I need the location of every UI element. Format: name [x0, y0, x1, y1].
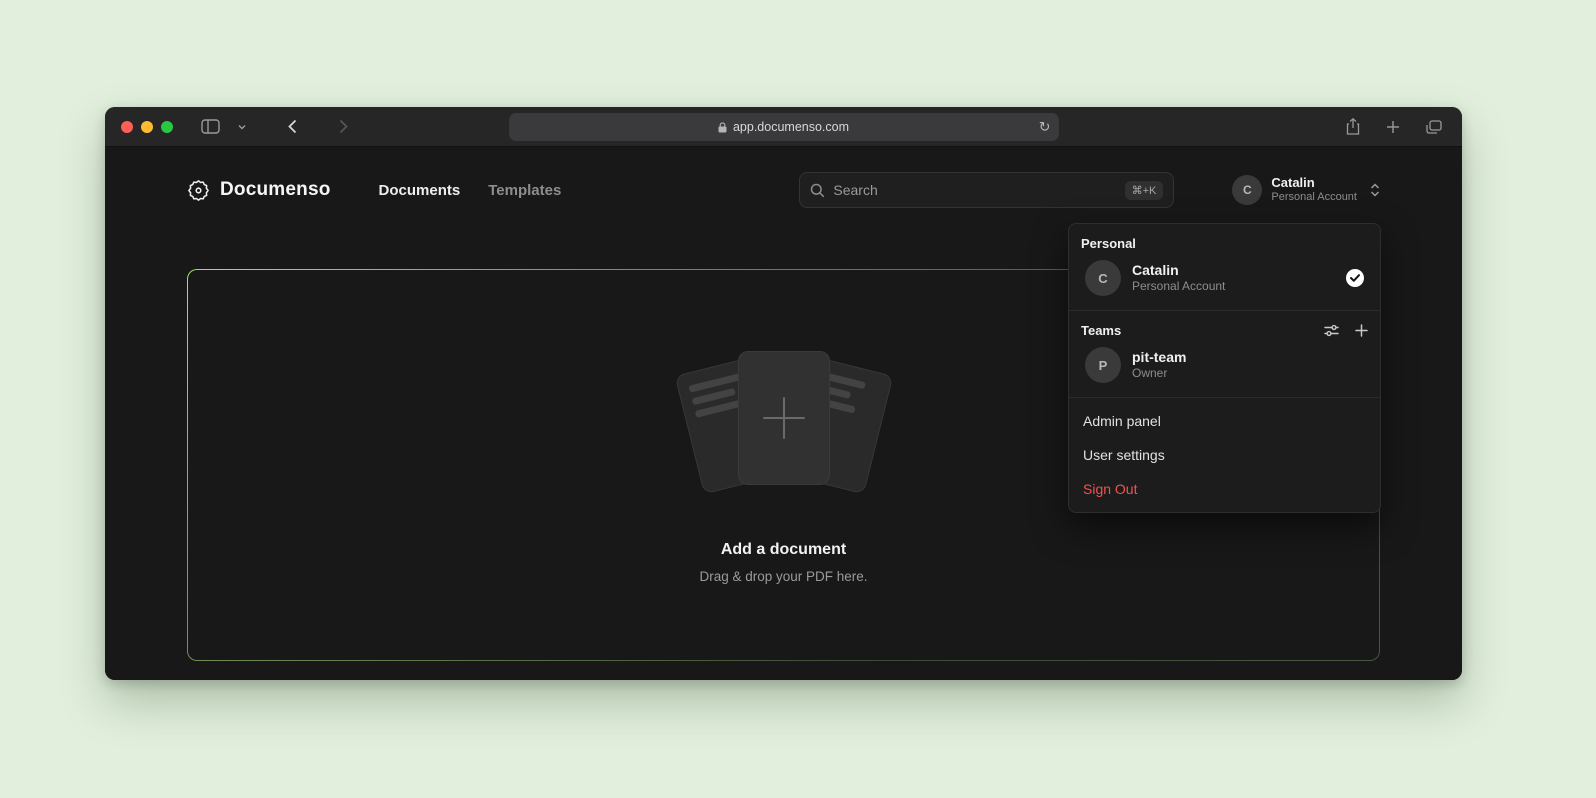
team-name: pit-team: [1132, 348, 1364, 366]
main-nav: Documents Templates: [379, 182, 562, 199]
account-name: Catalin: [1271, 175, 1357, 191]
browser-titlebar: app.documenso.com ↻: [105, 107, 1462, 147]
personal-account-name: Catalin: [1132, 261, 1335, 279]
team-role: Owner: [1132, 366, 1364, 382]
account-type: Personal Account: [1271, 191, 1357, 205]
close-window-button[interactable]: [121, 121, 133, 133]
brand-name: Documenso: [220, 179, 331, 201]
address-bar[interactable]: app.documenso.com ↻: [509, 113, 1059, 141]
search-bar[interactable]: ⌘+K: [799, 172, 1174, 208]
illustration-card-center: [738, 351, 830, 485]
share-icon[interactable]: [1342, 114, 1364, 139]
manage-teams-icon[interactable]: [1324, 324, 1339, 337]
teams-section-label: Teams: [1081, 323, 1121, 338]
search-input[interactable]: [833, 182, 1116, 198]
create-team-plus-icon[interactable]: [1355, 324, 1368, 337]
personal-account-type: Personal Account: [1132, 279, 1335, 295]
selected-check-icon: [1346, 269, 1364, 287]
sidebar-chevron-down-icon[interactable]: [234, 120, 250, 134]
nav-item-documents[interactable]: Documents: [379, 182, 461, 199]
back-button[interactable]: [284, 115, 301, 138]
search-icon: [810, 183, 825, 198]
sidebar-toggle-icon[interactable]: [197, 115, 224, 138]
forward-button[interactable]: [335, 115, 352, 138]
personal-section-label: Personal: [1081, 236, 1368, 251]
account-menu-trigger[interactable]: C Catalin Personal Account: [1232, 175, 1380, 205]
menu-item-admin-panel[interactable]: Admin panel: [1069, 404, 1380, 438]
address-url: app.documenso.com: [733, 120, 849, 134]
browser-window: app.documenso.com ↻: [105, 107, 1462, 680]
documenso-logo-icon: [187, 179, 210, 202]
dropzone-title: Add a document: [721, 541, 846, 559]
zoom-window-button[interactable]: [161, 121, 173, 133]
account-dropdown-menu: Personal C Catalin Personal Account: [1068, 223, 1381, 513]
menu-item-sign-out[interactable]: Sign Out: [1069, 472, 1380, 506]
documents-illustration: [674, 347, 894, 507]
chevron-up-down-icon: [1370, 182, 1380, 198]
minimize-window-button[interactable]: [141, 121, 153, 133]
personal-account-row[interactable]: C Catalin Personal Account: [1081, 251, 1368, 300]
new-tab-icon[interactable]: [1382, 116, 1404, 138]
nav-item-templates[interactable]: Templates: [488, 182, 561, 199]
reload-icon[interactable]: ↻: [1039, 119, 1051, 136]
lock-icon: [718, 122, 727, 133]
app-header: Documenso Documents Templates ⌘+K: [105, 147, 1462, 209]
brand-logo-link[interactable]: Documenso: [187, 179, 331, 202]
menu-item-user-settings[interactable]: User settings: [1069, 438, 1380, 472]
personal-account-avatar: C: [1085, 260, 1121, 296]
plus-icon: [763, 397, 805, 439]
team-row[interactable]: P pit-team Owner: [1081, 338, 1368, 387]
account-avatar: C: [1232, 175, 1262, 205]
search-shortcut-badge: ⌘+K: [1125, 181, 1164, 200]
dropzone-subtitle: Drag & drop your PDF here.: [699, 569, 867, 584]
desktop-background: app.documenso.com ↻: [0, 0, 1596, 798]
documenso-page: Documenso Documents Templates ⌘+K: [105, 147, 1462, 680]
traffic-lights: [121, 121, 173, 133]
tab-overview-icon[interactable]: [1422, 116, 1446, 138]
team-avatar: P: [1085, 347, 1121, 383]
